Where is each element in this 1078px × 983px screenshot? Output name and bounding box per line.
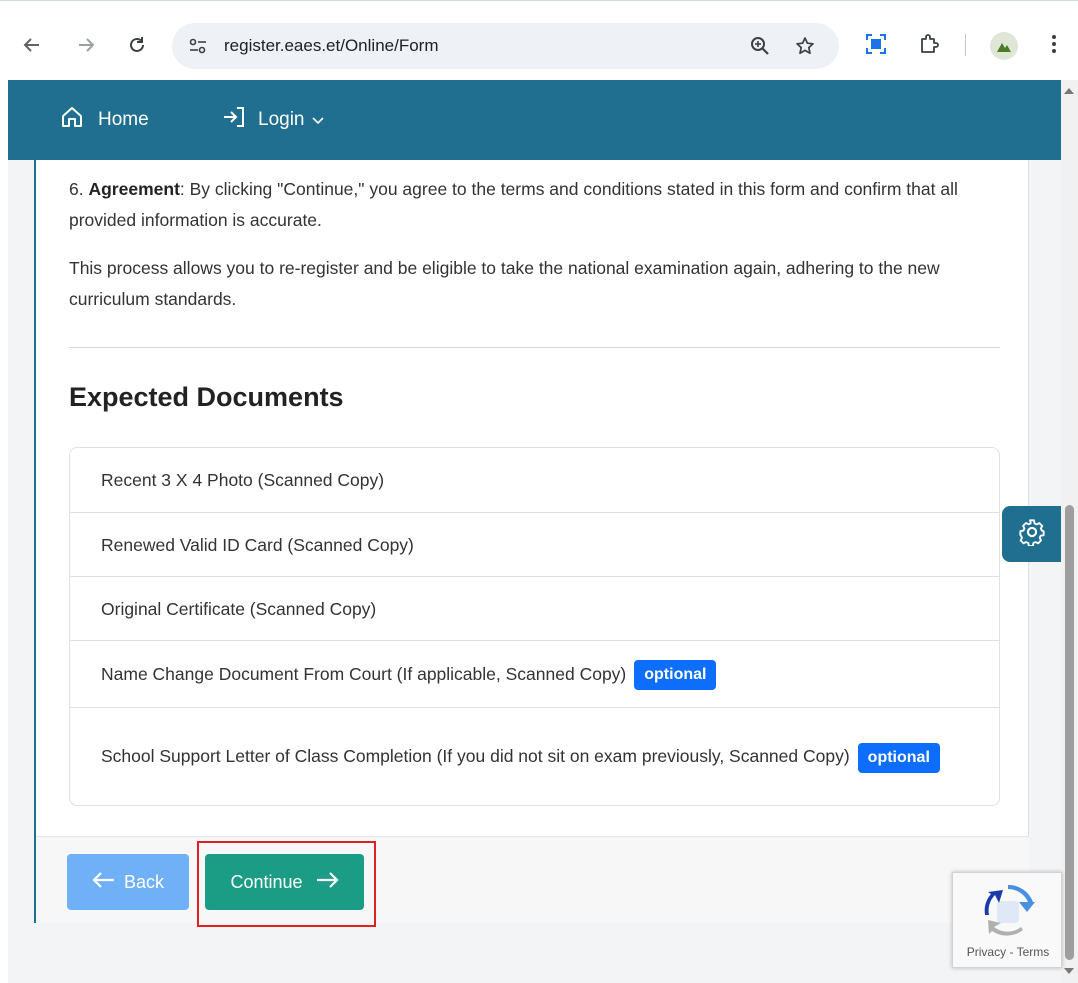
recaptcha-links: Privacy - Terms	[966, 945, 1050, 959]
home-icon	[60, 105, 84, 135]
site-navbar: Home Login	[8, 80, 1061, 160]
back-button[interactable]: Back	[67, 854, 189, 910]
back-label: Back	[123, 871, 165, 892]
browser-toolbar: register.eaes.et/Online/Form	[0, 0, 1078, 80]
nav-login[interactable]: Login	[222, 106, 325, 134]
more-vert-icon[interactable]	[1039, 29, 1069, 59]
form-footer: Back Continue	[36, 836, 1029, 923]
url-text[interactable]: register.eaes.et/Online/Form	[224, 36, 438, 56]
expected-documents-heading: Expected Documents	[69, 382, 344, 412]
page-content: 6. Agreement: By clicking "Continue," yo…	[8, 160, 1061, 983]
nav-login-label: Login	[258, 109, 305, 130]
scroll-up-icon[interactable]	[1064, 88, 1074, 94]
list-item: Name Change Document From Court (If appl…	[70, 640, 999, 707]
arrow-right-icon	[315, 871, 339, 894]
back-arrow-icon[interactable]	[16, 29, 48, 61]
continue-button[interactable]: Continue	[205, 854, 364, 910]
settings-gear-button[interactable]	[1002, 506, 1062, 562]
gear-icon	[1018, 518, 1046, 551]
process-paragraph: This process allows you to re-register a…	[69, 258, 940, 309]
arrow-left-icon	[92, 871, 116, 894]
privacy-link[interactable]: Privacy	[967, 945, 1006, 959]
extensions-icon[interactable]	[914, 29, 944, 59]
nav-home-label: Home	[98, 109, 149, 130]
list-item: Recent 3 X 4 Photo (Scanned Copy)	[101, 470, 385, 490]
section-divider	[69, 347, 1000, 348]
screenshot-icon[interactable]	[861, 29, 891, 59]
agreement-text: : By clicking "Continue," you agree to t…	[69, 179, 958, 230]
list-item: Original Certificate (Scanned Copy)	[70, 576, 999, 640]
list-item: School Support Letter of Class Completio…	[70, 707, 999, 805]
toolbar-divider	[965, 34, 966, 56]
reload-icon[interactable]	[121, 29, 153, 61]
profile-avatar[interactable]	[990, 32, 1018, 60]
login-icon	[222, 105, 246, 135]
forward-arrow-icon[interactable]	[70, 29, 102, 61]
agreement-paragraph: 6. Agreement: By clicking "Continue," yo…	[69, 179, 958, 230]
documents-list: Recent 3 X 4 Photo (Scanned Copy) Renewe…	[69, 447, 1000, 806]
form-card: 6. Agreement: By clicking "Continue," yo…	[34, 160, 1029, 923]
site-settings-icon[interactable]	[186, 34, 210, 58]
agreement-title: Agreement	[88, 179, 180, 199]
page-scrollbar[interactable]	[1061, 80, 1078, 983]
zoom-icon[interactable]	[748, 34, 772, 58]
bookmark-star-icon[interactable]	[793, 34, 817, 58]
terms-link[interactable]: Terms	[1017, 945, 1050, 959]
optional-badge: optional	[857, 742, 940, 773]
nav-home[interactable]: Home	[60, 106, 149, 134]
scroll-thumb[interactable]	[1065, 505, 1074, 960]
continue-label: Continue	[230, 871, 303, 892]
optional-badge: optional	[634, 660, 717, 691]
list-item: Renewed Valid ID Card (Scanned Copy)	[70, 512, 999, 576]
recaptcha-badge[interactable]: Privacy - Terms	[952, 872, 1062, 968]
recaptcha-logo-icon	[979, 884, 1037, 937]
address-bar[interactable]: register.eaes.et/Online/Form	[172, 23, 839, 69]
chevron-down-icon	[311, 109, 325, 131]
scroll-down-icon[interactable]	[1064, 968, 1074, 974]
